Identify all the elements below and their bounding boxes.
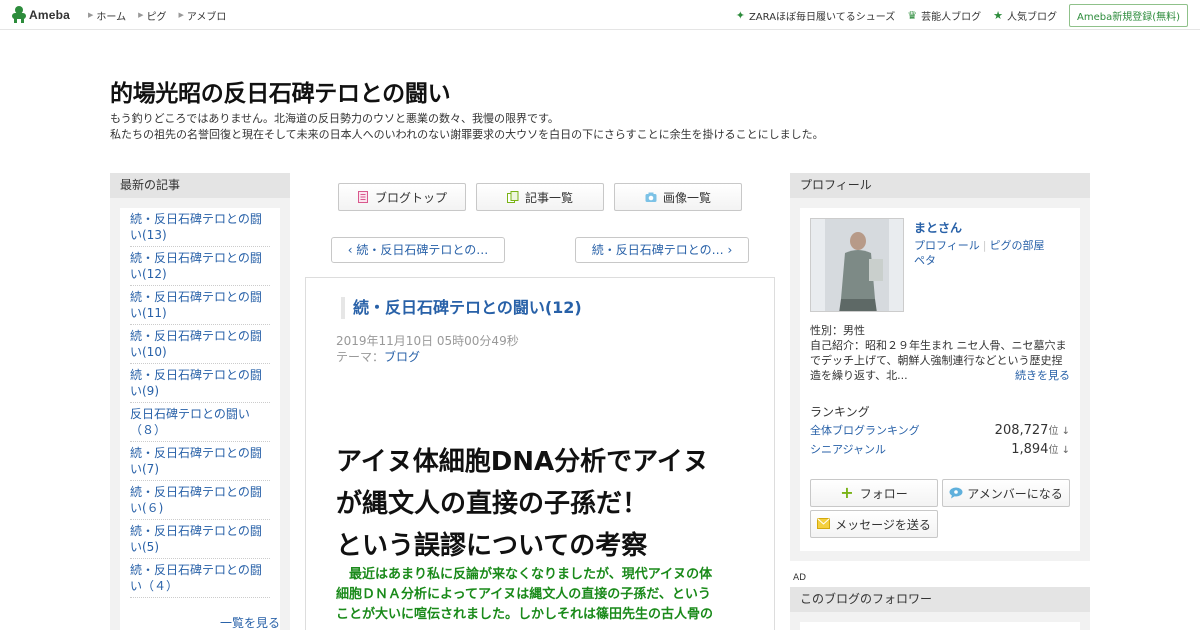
headline-line: が縄文人の直接の子孫だ！ — [336, 489, 649, 519]
article-theme-link[interactable]: ブログ — [384, 350, 420, 364]
blog-description: もう釣りどころではありません。北海道の反日勢力のウソと悪業の数々、我慢の限界です… — [110, 111, 824, 143]
blog-top-icon — [357, 191, 369, 203]
pig-room-link[interactable]: ピグの部屋 — [990, 239, 1045, 252]
plus-icon: + — [840, 483, 854, 502]
register-button[interactable]: Ameba新規登録(無料) — [1068, 3, 1188, 27]
caret-right-icon: ▶ — [88, 11, 94, 19]
overall-ranking-row: 全体ブログランキング 208,727位 ↓ — [810, 422, 1070, 438]
senior-ranking-value: 1,894位 ↓ — [1011, 442, 1070, 457]
followers-list — [800, 622, 1080, 630]
lead-line: ことが大いに喧伝されました。しかしそれは篠田先生の古人骨の — [336, 607, 714, 622]
ranking-heading: ランキング — [810, 405, 870, 419]
latest-article-link[interactable]: 続・反日石碑テロとの闘い(9) — [130, 364, 270, 403]
ameba-logo-text: Ameba — [29, 7, 71, 22]
next-article-button[interactable]: 続・反日石碑テロとの… › — [575, 237, 749, 263]
amember-icon — [949, 487, 963, 499]
crown-icon: ♛ — [907, 8, 918, 22]
senior-ranking-link[interactable]: シニアジャンル — [810, 441, 886, 457]
latest-article-link[interactable]: 続・反日石碑テロとの闘い(13) — [130, 208, 270, 247]
follow-button[interactable]: + フォロー — [810, 479, 938, 507]
article-headline: アイヌ体細胞DNA分析でアイヌ が縄文人の直接の子孫だ！ という誤謬についての考… — [336, 441, 746, 567]
profile-content: まとさん プロフィール | ピグの部屋 ペタ 性別：男性 自己紹介：昭和２９年生まれ… — [800, 208, 1080, 551]
latest-article-link[interactable]: 続・反日石碑テロとの闘い(12) — [130, 247, 270, 286]
article-list-icon — [506, 191, 519, 203]
article-body: 続・反日石碑テロとの闘い(12) 2019年11月10日 05時00分49秒 テ… — [305, 277, 775, 630]
top-nav: ▶ ホーム ▶ ピグ ▶ アメブロ — [88, 0, 226, 30]
article-date: 2019年11月10日 05時00分49秒 — [336, 334, 519, 348]
latest-articles-heading: 最新の記事 — [110, 173, 290, 198]
blog-description-line: もう釣りどころではありません。北海道の反日勢力のウソと悪業の数々、我慢の限界です… — [110, 112, 559, 125]
profile-heading: プロフィール — [790, 173, 1090, 198]
popular-blog-link[interactable]: ★ 人気ブログ — [993, 8, 1057, 23]
article-list-more-link[interactable]: 一覧を見る — [220, 614, 280, 630]
image-list-button[interactable]: 画像一覧 — [614, 183, 742, 211]
overall-ranking-link[interactable]: 全体ブログランキング — [810, 422, 920, 438]
article-title[interactable]: 続・反日石碑テロとの闘い(12) — [341, 297, 582, 319]
peta-link[interactable]: ペタ — [914, 254, 936, 267]
star-icon: ★ — [993, 8, 1003, 22]
profile-links: プロフィール | ピグの部屋 ペタ — [914, 238, 1074, 268]
top-right-links: ✦ ZARAほぼ毎日履いてるシューズ ♛ 芸能人ブログ ★ 人気ブログ Ameba新規… — [736, 0, 1188, 30]
senior-ranking-row: シニアジャンル 1,894位 ↓ — [810, 441, 1070, 457]
send-message-button[interactable]: メッセージを送る — [810, 510, 938, 538]
profile-more-link[interactable]: 続きを見る — [1015, 367, 1070, 383]
latest-article-link[interactable]: 続・反日石碑テロとの闘い(６) — [130, 481, 270, 520]
blog-top-button[interactable]: ブログトップ — [338, 183, 466, 211]
profile-name-link[interactable]: まとさん — [914, 219, 962, 236]
blog-tab-buttons: ブログトップ 記事一覧 画像一覧 — [338, 183, 742, 211]
ad-label: AD — [793, 573, 807, 583]
ameba-logo[interactable]: Ameba — [12, 6, 70, 23]
profile-panel: プロフィール まとさん プロフィール | ピグの部屋 ペタ 性別：男性 自己紹介：昭… — [790, 173, 1090, 561]
top-navigation-bar: Ameba ▶ ホーム ▶ ピグ ▶ アメブロ ✦ ZARAほぼ毎日履いてるシューズ ♛… — [0, 0, 1200, 30]
link-separator: | — [982, 239, 987, 252]
lead-line: 最近はあまり私に反論が来なくなりましたが、現代アイヌの体 — [336, 567, 713, 582]
caret-right-icon: ▶ — [138, 11, 144, 19]
chevron-right-icon: › — [723, 243, 733, 257]
latest-article-link[interactable]: 続・反日石碑テロとの闘い(10) — [130, 325, 270, 364]
lead-line: 細胞ＤＮＡ分析によってアイヌは縄文人の直接の子孫だ、という — [336, 587, 711, 602]
ameba-logo-icon — [12, 6, 26, 23]
sparkle-icon: ✦ — [735, 8, 745, 22]
article-lead-text: 最近はあまり私に反論が来なくなりましたが、現代アイヌの体 細胞ＤＮＡ分析によって… — [336, 565, 746, 625]
amember-button[interactable]: アメンバーになる — [942, 479, 1070, 507]
latest-article-link[interactable]: 続・反日石碑テロとの闘い(5) — [130, 520, 270, 559]
profile-avatar[interactable] — [810, 218, 904, 312]
latest-article-link[interactable]: 続・反日石碑テロとの闘い（４） — [130, 559, 270, 598]
envelope-icon — [817, 518, 831, 530]
blog-title[interactable]: 的場光昭の反日石碑テロとの闘い — [110, 74, 451, 108]
followers-heading: このブログのフォロワー — [790, 587, 1090, 612]
nav-pig-link[interactable]: ▶ ピグ — [138, 8, 166, 23]
nav-ameblo-link[interactable]: ▶ アメブロ — [178, 8, 226, 23]
latest-articles-panel: 最新の記事 続・反日石碑テロとの闘い(13) 続・反日石碑テロとの闘い(12) … — [110, 173, 290, 630]
latest-article-link[interactable]: 反日石碑テロとの闘い（８） — [130, 403, 270, 442]
nav-home-link[interactable]: ▶ ホーム — [88, 8, 126, 23]
article-list-button[interactable]: 記事一覧 — [476, 183, 604, 211]
overall-ranking-value: 208,727位 ↓ — [994, 423, 1070, 438]
latest-articles-list: 続・反日石碑テロとの闘い(13) 続・反日石碑テロとの闘い(12) 続・反日石碑… — [120, 208, 280, 630]
article-theme: テーマ：ブログ — [336, 350, 421, 364]
headline-line: という誤謬についての考察 — [336, 531, 648, 561]
latest-article-link[interactable]: 続・反日石碑テロとの闘い(11) — [130, 286, 270, 325]
celebrity-blog-link[interactable]: ♛ 芸能人ブログ — [907, 8, 981, 23]
profile-gender: 性別：男性 — [810, 324, 865, 337]
previous-article-button[interactable]: ‹ 続・反日石碑テロとの… — [331, 237, 505, 263]
zara-promo-link[interactable]: ✦ ZARAほぼ毎日履いてるシューズ — [736, 8, 896, 23]
headline-line: アイヌ体細胞DNA分析でアイヌ — [336, 447, 709, 477]
blog-description-line: 私たちの祖先の名誉回復と現在そして未来の日本人へのいわれのない謝罪要求の大ウソを… — [110, 128, 824, 141]
followers-panel: このブログのフォロワー — [790, 587, 1090, 630]
camera-icon — [645, 191, 657, 203]
profile-link[interactable]: プロフィール — [914, 239, 980, 252]
caret-right-icon: ▶ — [178, 11, 184, 19]
latest-article-link[interactable]: 続・反日石碑テロとの闘い(7) — [130, 442, 270, 481]
